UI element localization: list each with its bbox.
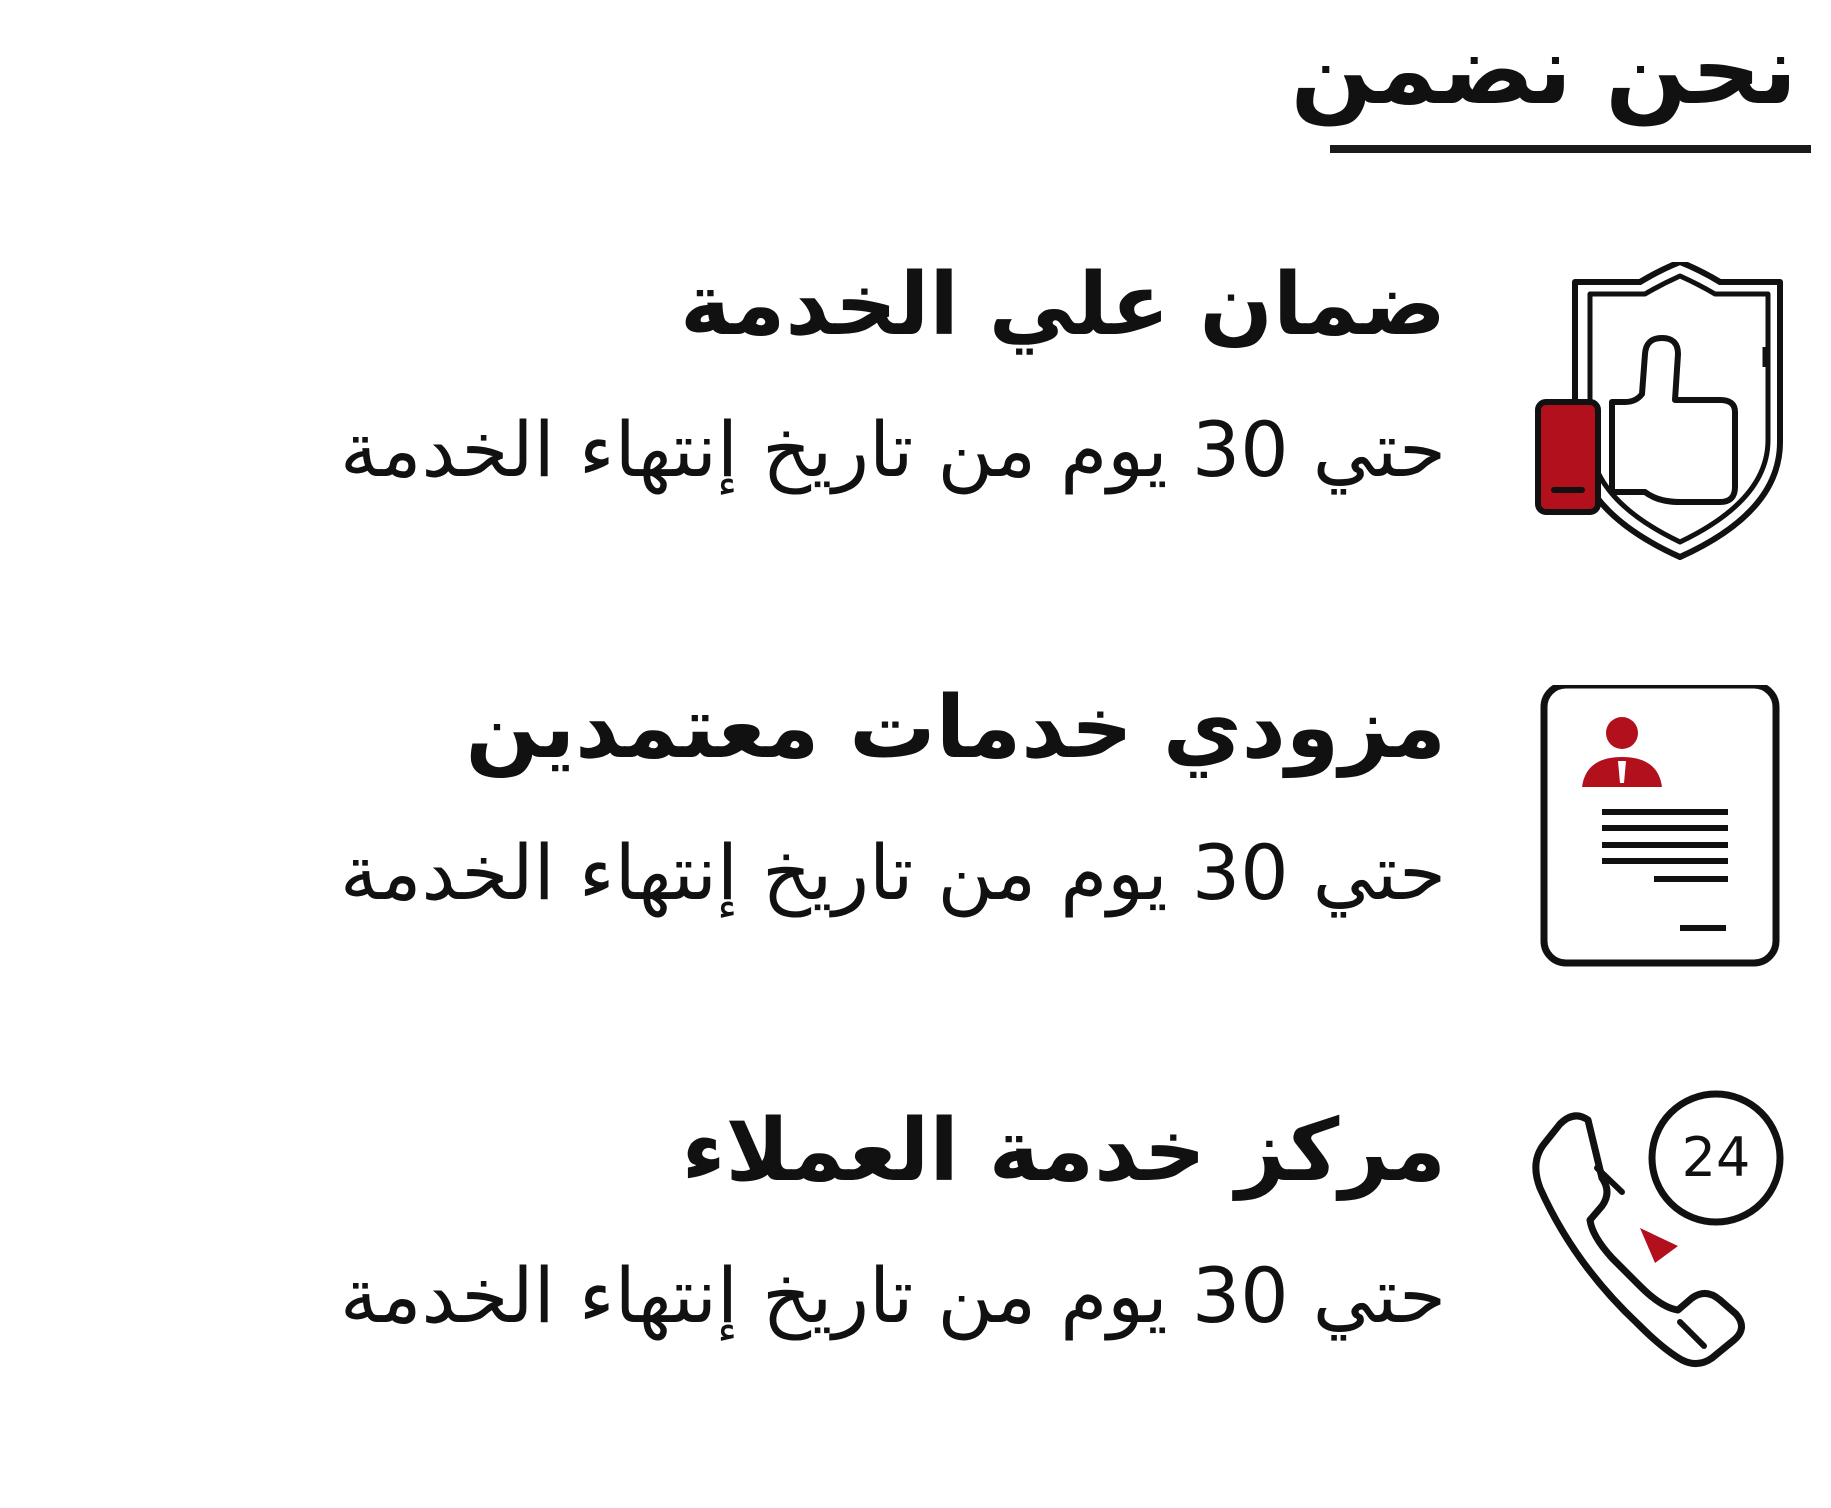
hours-label: 24 <box>1682 1126 1751 1189</box>
feature-title: ضمان علي الخدمة <box>679 255 1446 355</box>
feature-description: حتي 30 يوم من تاريخ إنتهاء الخدمة <box>340 828 1446 917</box>
certified-profile-document-icon <box>1540 685 1780 967</box>
phone-24-hours-icon: 24 <box>1532 1090 1784 1367</box>
shield-thumbs-up-icon <box>1535 262 1783 560</box>
feature-certified-providers: مزودي خدمات معتمدين حتي 30 يوم من تاريخ … <box>0 685 1831 1085</box>
feature-description: حتي 30 يوم من تاريخ إنتهاء الخدمة <box>340 1251 1446 1340</box>
feature-title: مزودي خدمات معتمدين <box>465 678 1446 778</box>
section-heading: نحن نضمن <box>1290 14 1797 126</box>
feature-description: حتي 30 يوم من تاريخ إنتهاء الخدمة <box>340 405 1446 494</box>
feature-customer-service: 24 مركز خدمة العملاء حتي 30 يوم من تاريخ… <box>0 1090 1831 1508</box>
feature-title: مركز خدمة العملاء <box>681 1101 1446 1201</box>
heading-underline <box>1330 145 1811 153</box>
feature-service-guarantee: ضمان علي الخدمة حتي 30 يوم من تاريخ إنته… <box>0 262 1831 662</box>
